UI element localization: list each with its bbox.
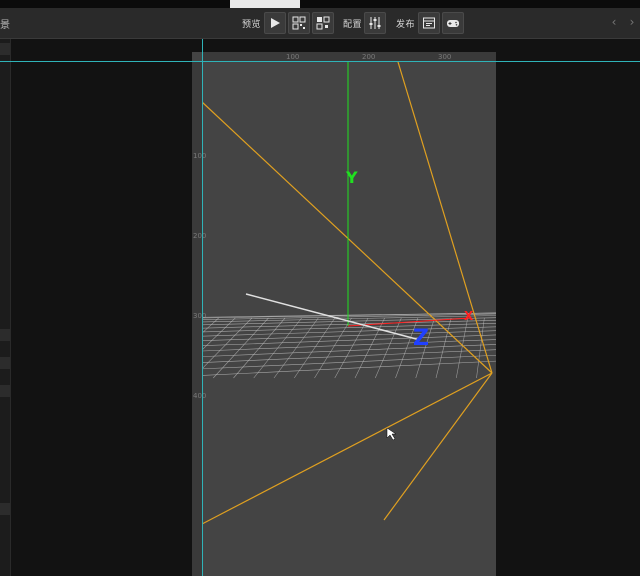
ground-grid	[0, 312, 640, 379]
y-axis-label: Y	[346, 168, 358, 187]
grid-line	[634, 318, 640, 378]
guide-line-vertical[interactable]	[202, 39, 203, 576]
mouse-cursor-icon	[386, 427, 397, 441]
grid-line	[0, 318, 86, 378]
grid-line	[567, 318, 577, 378]
grid-line	[0, 318, 53, 378]
x-axis-label: X	[464, 309, 474, 323]
grid-line	[202, 334, 496, 346]
grid-line	[497, 318, 501, 378]
z-axis-label: Z	[413, 326, 429, 351]
grid-line	[72, 318, 153, 378]
grid-line	[202, 319, 496, 329]
grid-line	[0, 318, 69, 378]
grid-line	[551, 318, 558, 378]
grid-line	[202, 349, 496, 363]
grid-line	[617, 318, 638, 378]
camera-line	[202, 372, 493, 525]
grid-line	[202, 360, 496, 376]
grid-line	[517, 318, 518, 378]
grid-line	[534, 318, 537, 378]
grid-line	[31, 318, 119, 378]
grid-line	[11, 318, 103, 378]
grid-line	[601, 318, 619, 378]
grid-line	[202, 326, 496, 337]
grid-line	[202, 339, 496, 352]
grid-line	[51, 318, 135, 378]
grid-line	[202, 344, 496, 357]
grid-line	[92, 318, 169, 378]
grid-line	[334, 317, 369, 379]
scene-canvas	[0, 62, 640, 525]
grid-line	[112, 318, 185, 378]
grid-line	[202, 354, 496, 370]
grid-line	[202, 312, 496, 318]
grid-line	[584, 318, 598, 378]
camera-line	[383, 372, 493, 521]
grid-line	[202, 313, 496, 320]
grid-line	[202, 312, 496, 319]
camera-line	[202, 101, 493, 374]
guide-line-horizontal[interactable]	[0, 61, 640, 62]
grid-line	[202, 317, 203, 319]
grid-line	[202, 317, 219, 334]
